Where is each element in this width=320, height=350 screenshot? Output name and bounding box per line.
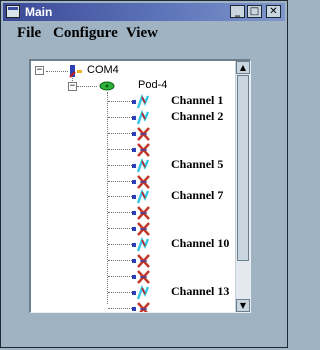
channel-disabled-icon xyxy=(132,206,150,220)
scroll-up-button[interactable]: ▲ xyxy=(236,61,250,74)
title-bar[interactable]: Main _ □ ✕ xyxy=(3,3,285,21)
channel-label[interactable]: Channel 5 xyxy=(171,157,223,172)
channel-disabled-icon xyxy=(132,127,150,141)
device-tree-view[interactable]: − COM4 − Pod-4 Channel 1 Channel 2 Channel… xyxy=(29,59,251,313)
tree-connector xyxy=(108,292,132,293)
channel-disabled-icon xyxy=(132,222,150,236)
tree-connector xyxy=(108,276,132,277)
pod4-label[interactable]: Pod-4 xyxy=(138,79,167,91)
channel-active-icon xyxy=(132,285,150,300)
close-button[interactable]: ✕ xyxy=(266,5,281,18)
channel-label[interactable]: Channel 1 xyxy=(171,93,223,108)
menu-configure[interactable]: Configure xyxy=(53,25,118,42)
minimize-button[interactable]: _ xyxy=(230,5,245,18)
channel-active-icon xyxy=(132,94,150,109)
tree-connector xyxy=(108,308,132,309)
channel-label[interactable]: Channel 2 xyxy=(171,109,223,124)
menu-view[interactable]: View xyxy=(126,25,158,42)
tree-connector xyxy=(108,228,132,229)
channel-disabled-icon xyxy=(132,302,150,312)
channel-active-icon xyxy=(132,237,150,252)
scroll-thumb[interactable] xyxy=(237,75,249,261)
channel-active-icon xyxy=(132,110,150,125)
tree-connector xyxy=(108,133,132,134)
channel-label[interactable]: Channel 13 xyxy=(171,284,229,299)
pod-icon xyxy=(99,81,115,91)
channel-disabled-icon xyxy=(132,270,150,284)
tree-connector xyxy=(108,212,132,213)
tree-scrollbar[interactable]: ▲ ▼ xyxy=(235,61,250,312)
main-window: Main _ □ ✕ File Configure View − COM4 − … xyxy=(0,0,288,348)
window-title: Main xyxy=(25,5,53,19)
tree-connector xyxy=(107,92,108,304)
window-app-icon[interactable] xyxy=(6,5,20,18)
channel-disabled-icon xyxy=(132,143,150,157)
serial-port-icon xyxy=(69,65,82,78)
channel-disabled-icon xyxy=(132,175,150,189)
channel-disabled-icon xyxy=(132,254,150,268)
channel-active-icon xyxy=(132,158,150,173)
com4-label[interactable]: COM4 xyxy=(87,64,119,76)
channel-active-icon xyxy=(132,189,150,204)
tree-connector xyxy=(108,181,132,182)
channel-label[interactable]: Channel 7 xyxy=(171,188,223,203)
tree-connector xyxy=(108,165,132,166)
tree-connector xyxy=(108,117,132,118)
tree-connector xyxy=(77,86,97,87)
tree-connector xyxy=(108,244,132,245)
scroll-down-button[interactable]: ▼ xyxy=(236,299,250,312)
tree-connector xyxy=(108,149,132,150)
menu-bar: File Configure View xyxy=(3,23,285,45)
tree-connector xyxy=(108,196,132,197)
com4-expander[interactable]: − xyxy=(35,66,44,75)
tree-connector xyxy=(108,101,132,102)
channel-label[interactable]: Channel 10 xyxy=(171,236,229,251)
tree-connector xyxy=(108,260,132,261)
menu-file[interactable]: File xyxy=(17,25,41,42)
tree-connector xyxy=(46,71,68,72)
maximize-button[interactable]: □ xyxy=(247,5,262,18)
pod4-expander[interactable]: − xyxy=(68,82,77,91)
